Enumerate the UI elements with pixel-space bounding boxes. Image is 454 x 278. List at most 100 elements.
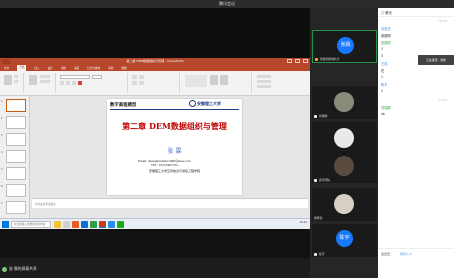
italic-icon[interactable] — [66, 81, 70, 85]
slide-thumbnail[interactable] — [6, 150, 26, 163]
thumb-number: 6 — [1, 185, 3, 188]
thumb-number: 7 — [1, 202, 3, 205]
bold-icon[interactable] — [60, 81, 64, 85]
chat-message: 王成 — [381, 61, 387, 66]
mic-icon — [314, 115, 317, 118]
underline-icon[interactable] — [72, 81, 76, 85]
chat-sender: 陈宇 — [381, 83, 388, 87]
participant-avatar: 陈宇 — [336, 230, 353, 247]
reset-icon[interactable] — [40, 80, 50, 83]
quick-styles-icon[interactable] — [220, 75, 228, 85]
powerpoint-taskbar-icon[interactable] — [99, 221, 106, 228]
tab-transitions[interactable]: 切换 — [61, 66, 66, 70]
shapes-gallery[interactable] — [185, 75, 207, 87]
font-size-field[interactable] — [92, 75, 102, 79]
word-icon[interactable] — [81, 221, 88, 228]
numbering-icon[interactable] — [139, 75, 144, 79]
chrome-icon[interactable] — [72, 221, 79, 228]
find-icon[interactable] — [257, 75, 271, 78]
participant-tile[interactable]: 刘瑞鹏 — [312, 86, 377, 119]
ppt-window-title: 第二章 DEM数据组织与管理 - PowerPoint — [126, 59, 184, 63]
notes-pane[interactable]: 单击此处添加备注 — [32, 198, 308, 208]
slide-thumbnail[interactable] — [6, 99, 26, 112]
slide-canvas[interactable]: 数字高程模型 安徽理工大学 第二章 DEM数据组织与管理 张 霖 Email: … — [107, 99, 242, 195]
participant-video — [334, 128, 354, 148]
ribbon-group-clipboard — [2, 73, 24, 93]
chat-time: 10:21 — [439, 98, 448, 102]
send-to-dropdown[interactable]: 所有人 ▾ — [400, 252, 411, 256]
paste-icon[interactable] — [4, 75, 12, 85]
participant-name: 曹梓豪 — [314, 216, 323, 220]
copy-icon[interactable] — [14, 80, 18, 83]
chat-title: 聊天 — [385, 11, 393, 15]
chat-text: 在 — [381, 69, 385, 73]
participant-tile[interactable]: 陈宇 陈宇 — [312, 224, 377, 257]
chat-message: 1 — [381, 75, 383, 79]
layout-icon[interactable] — [40, 75, 50, 78]
participant-name: 陈宇 — [319, 252, 325, 256]
tab-review[interactable]: 审阅 — [108, 66, 113, 70]
windows-taskbar: 在这里输入你要搜索的内容 10:23 — [0, 218, 310, 229]
chat-sender: 王成 — [381, 62, 388, 66]
tab-insert[interactable]: 插入 — [34, 66, 39, 70]
chat-sender: 请发送 — [381, 27, 391, 31]
taskbar-search-input[interactable]: 在这里输入你要搜索的内容 — [11, 221, 51, 228]
meeting-bottom-bar: 张 霖的屏幕共享 — [0, 258, 310, 278]
maximize-icon[interactable] — [295, 59, 300, 63]
chat-message: 3 — [381, 54, 383, 58]
tab-animations[interactable]: 动画 — [74, 66, 79, 70]
cut-icon[interactable] — [14, 75, 18, 78]
bullets-icon[interactable] — [132, 75, 137, 79]
participant-tile[interactable]: 唐天明好 — [312, 150, 377, 183]
slide-thumbnails-pane: 1 2 3 4 5 6 7 — [0, 96, 30, 218]
chat-message: ok — [381, 112, 385, 116]
align-left-icon[interactable] — [132, 81, 137, 85]
slide-thumbnail[interactable] — [6, 201, 26, 214]
slide-thumbnail[interactable] — [6, 184, 26, 197]
select-icon[interactable] — [257, 85, 271, 88]
thumb-number: 5 — [1, 168, 3, 171]
close-icon[interactable] — [303, 59, 308, 63]
participant-tile[interactable]: 曹梓豪 — [312, 188, 377, 221]
windows-start-icon[interactable] — [2, 221, 9, 228]
chat-text: 3 — [381, 54, 384, 58]
align-center-icon[interactable] — [139, 81, 144, 85]
font-name-field[interactable] — [60, 75, 90, 79]
share-top-strip — [0, 8, 310, 58]
minimize-icon[interactable] — [287, 59, 292, 63]
ppt-save-icon[interactable] — [2, 59, 10, 64]
excel-icon[interactable] — [90, 221, 97, 228]
replace-icon[interactable] — [257, 80, 271, 83]
chat-message: 张德明 — [381, 33, 391, 38]
chat-text: 1 — [381, 89, 384, 93]
slide-thumbnail[interactable] — [6, 116, 26, 129]
taskbar-clock[interactable]: 10:23 — [300, 221, 307, 224]
tab-file[interactable]: 文件 — [4, 66, 9, 70]
arrange-icon[interactable] — [210, 75, 218, 85]
share-status: 张 霖的屏幕共享 — [2, 266, 37, 272]
slide-thumbnail[interactable] — [6, 167, 26, 180]
file-explorer-icon[interactable] — [54, 221, 61, 228]
tab-slideshow[interactable]: 幻灯片放映 — [87, 66, 100, 70]
slide-chapter-title: 第二章 DEM数据组织与管理 — [122, 121, 227, 131]
task-view-icon[interactable] — [63, 221, 70, 228]
university-logo-icon — [189, 100, 196, 107]
tab-view[interactable]: 视图 — [121, 66, 126, 70]
chat-sender: 刘瑞鹏 — [381, 106, 391, 110]
mic-icon — [315, 58, 318, 61]
send-to-label: 发送至： — [381, 252, 394, 256]
ribbon-group-paragraph — [130, 73, 180, 93]
sharing-indicator-icon — [2, 266, 7, 272]
participant-avatar: 张霖 — [337, 37, 354, 54]
participant-video — [334, 92, 354, 112]
participant-tile[interactable]: 张霖 张霖的屏幕共享 — [312, 30, 377, 63]
chat-input-area[interactable]: 发送至： 所有人 ▾ — [378, 248, 454, 278]
tencent-meeting-icon[interactable] — [108, 221, 115, 228]
tab-design[interactable]: 设计 — [48, 66, 53, 70]
shared-screen: 第二章 DEM数据组织与管理 - PowerPoint 文件 开始 插入 设计 … — [0, 8, 310, 278]
new-slide-icon[interactable] — [29, 75, 37, 85]
slide-thumbnail[interactable] — [6, 133, 26, 146]
ribbon-group-font — [58, 73, 128, 93]
wechat-icon[interactable] — [117, 221, 124, 228]
font-color-icon[interactable] — [78, 81, 82, 85]
